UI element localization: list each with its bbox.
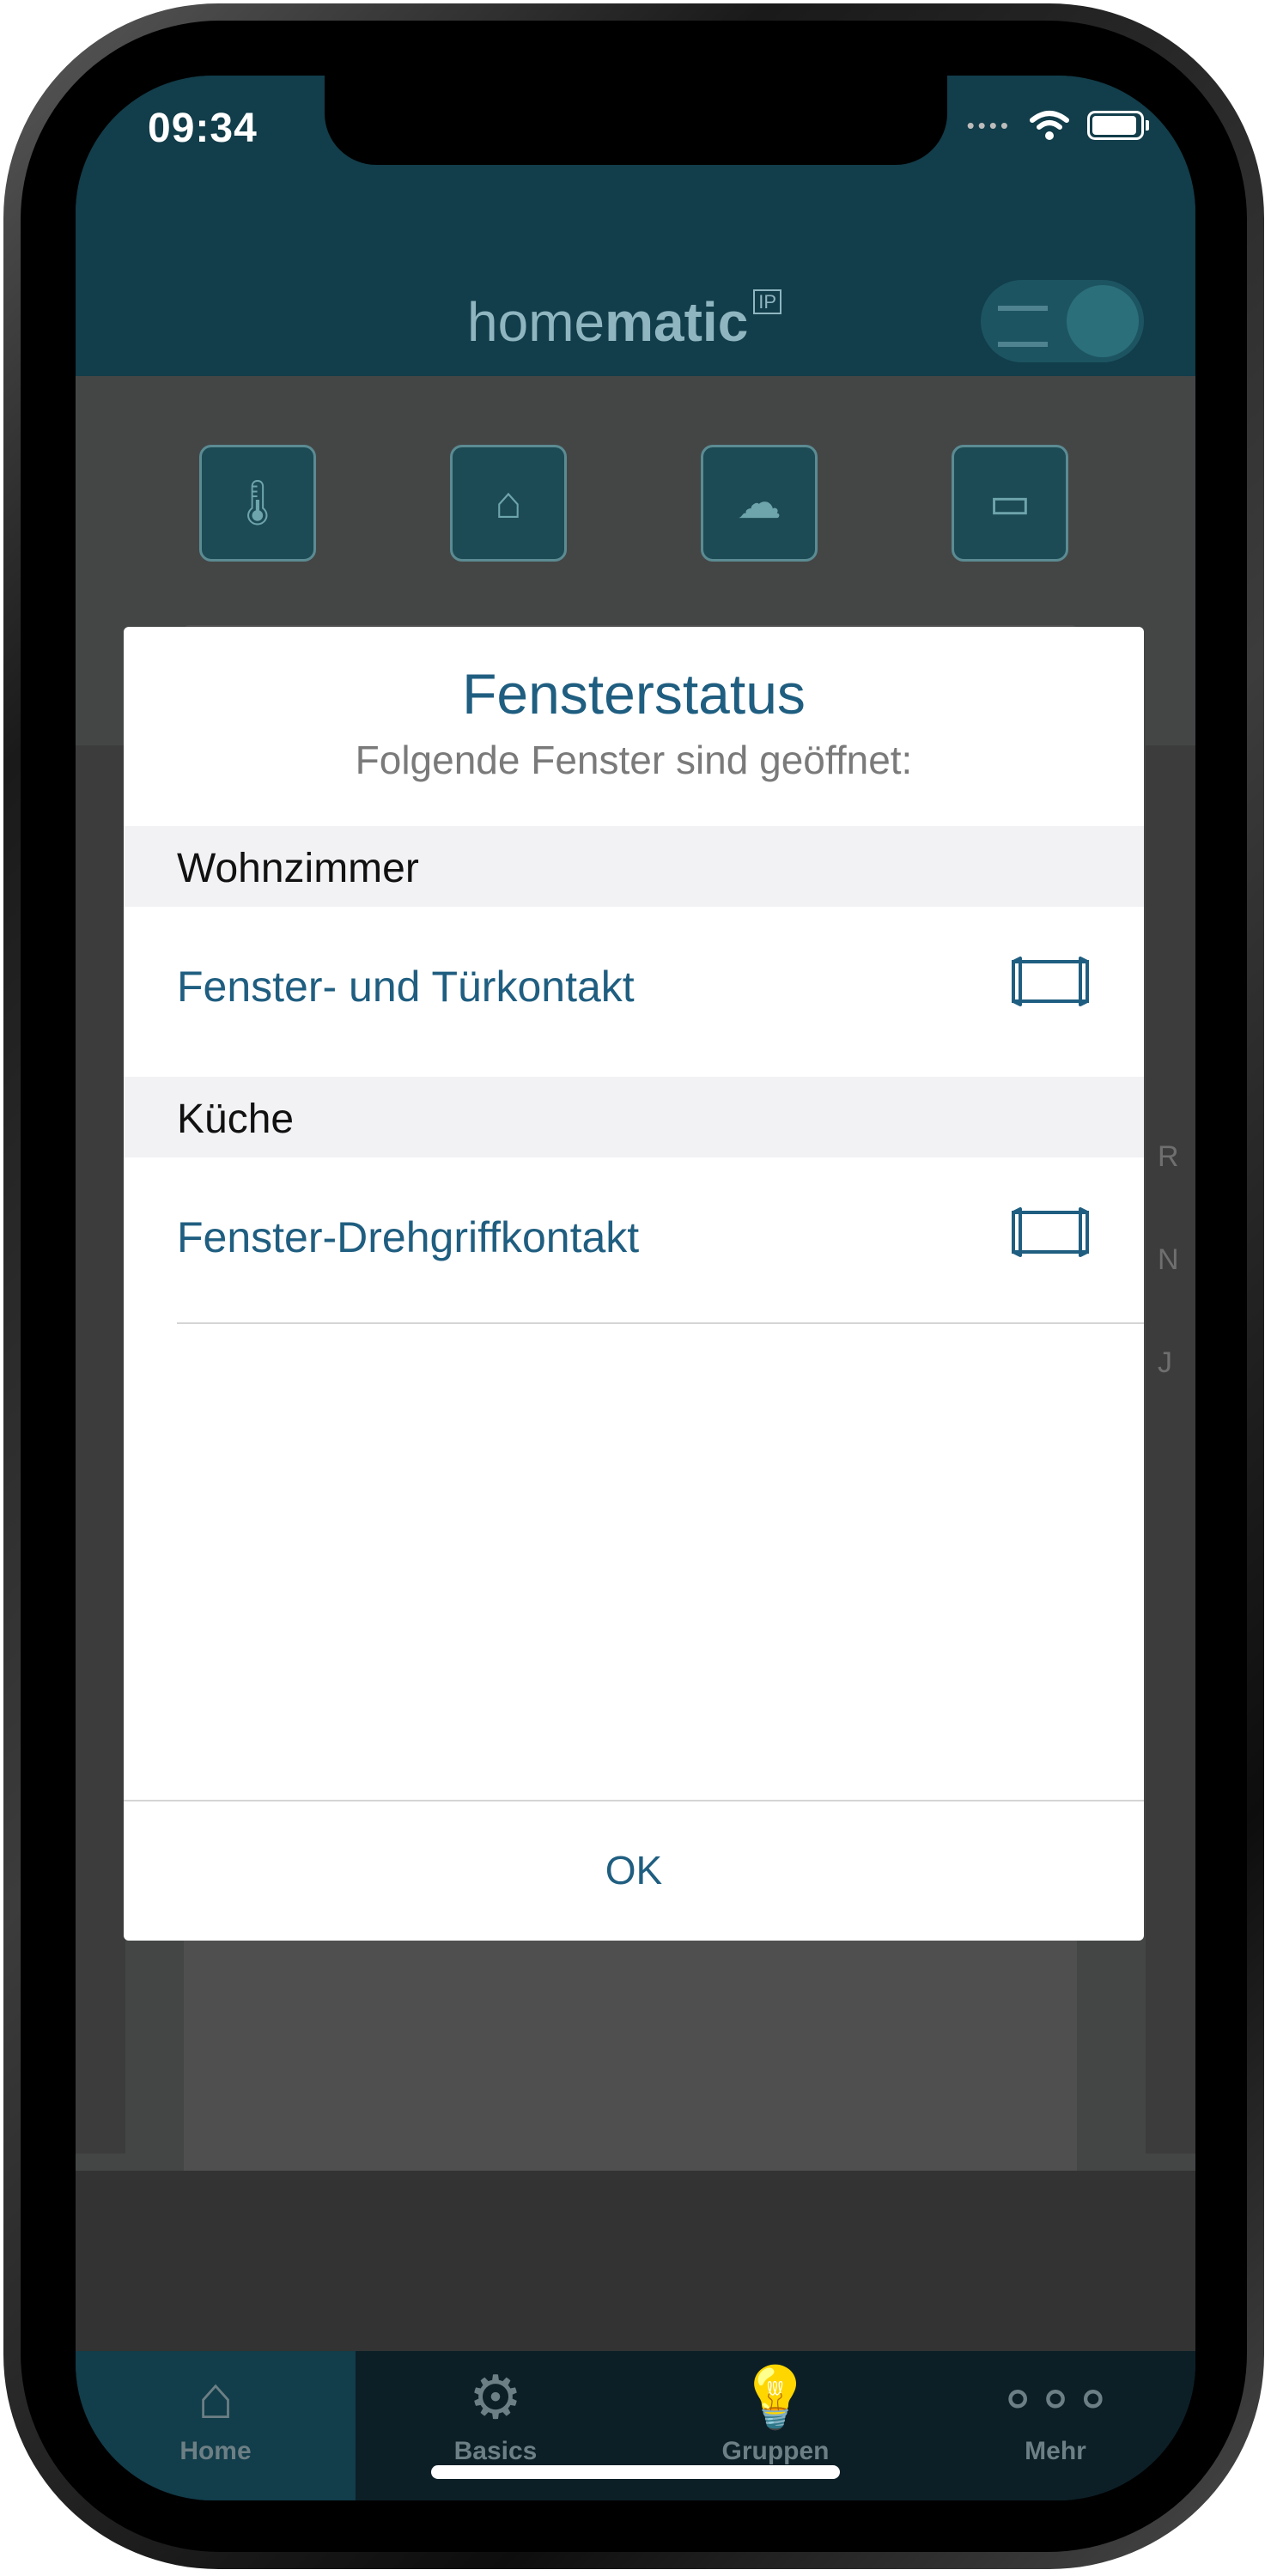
status-icons: •••• [966, 110, 1149, 141]
side-text: J [1158, 1346, 1172, 1379]
list-item-fenster-tuerkontakt[interactable]: Fenster- und Türkontakt [124, 907, 1144, 1070]
device-label: Fenster- und Türkontakt [177, 963, 635, 1011]
signal-icon: •••• [966, 112, 1012, 138]
wifi-icon [1030, 111, 1069, 140]
list-divider [177, 1322, 1144, 1324]
bulb-icon: 💡 [738, 2364, 813, 2431]
list-view-icon [998, 306, 1048, 347]
screen: 09:34 •••• homematic IP 🌡 ⌂ ☁ ▭ R N J ⌂ … [76, 76, 1195, 2500]
background-image [76, 2171, 1195, 2360]
logo-light: home [467, 291, 605, 353]
dialog-subtitle: Folgende Fenster sind geöffnet: [355, 738, 913, 782]
window-open-icon [1012, 957, 1089, 1006]
more-dots-icon: ∘∘∘ [999, 2364, 1112, 2431]
device-label: Fenster-Drehgriffkontakt [177, 1213, 640, 1261]
status-time: 09:34 [148, 106, 258, 151]
app-header: homematic IP [76, 222, 1195, 376]
room-name: Wohnzimmer [177, 846, 419, 891]
notch [325, 76, 947, 165]
tab-label: Gruppen [721, 2437, 830, 2465]
window-icon[interactable]: ▭ [952, 445, 1068, 562]
logo-bold: matic [605, 291, 749, 353]
tile-view-icon [1067, 285, 1139, 357]
app-logo: homematic IP [467, 289, 782, 354]
side-card-left [76, 745, 125, 2154]
battery-icon [1087, 111, 1149, 140]
view-toggle[interactable] [981, 280, 1144, 362]
tab-home[interactable]: ⌂ Home [76, 2351, 356, 2500]
status-bar: 09:34 •••• [76, 76, 1195, 222]
tab-label: Basics [453, 2437, 538, 2465]
tab-label: Mehr [1025, 2437, 1086, 2465]
thermometer-icon[interactable]: 🌡 [199, 445, 316, 562]
logo-badge: IP [753, 289, 782, 314]
side-text: N [1158, 1243, 1179, 1276]
room-name: Küche [177, 1097, 295, 1142]
dialog-title: Fensterstatus [462, 662, 806, 726]
tab-label: Home [179, 2437, 252, 2465]
section-header-kueche: Küche [124, 1077, 1144, 1157]
section-header-wohnzimmer: Wohnzimmer [124, 826, 1144, 907]
feature-icons: 🌡 ⌂ ☁ ▭ [76, 445, 1195, 574]
side-card-right: R N J [1146, 745, 1195, 2154]
home-indicator[interactable] [431, 2465, 840, 2479]
list-item-fenster-drehgriffkontakt[interactable]: Fenster-Drehgriffkontakt [124, 1157, 1144, 1321]
gear-play-icon: ⚙ [468, 2364, 523, 2431]
window-open-icon [1012, 1207, 1089, 1257]
side-text: R [1158, 1140, 1179, 1173]
cloud-icon[interactable]: ☁ [701, 445, 818, 562]
home-icon: ⌂ [197, 2364, 234, 2431]
ok-button[interactable]: OK [124, 1801, 1144, 1939]
house-info-icon[interactable]: ⌂ [450, 445, 567, 562]
tab-mehr[interactable]: ∘∘∘ Mehr [915, 2351, 1195, 2500]
window-status-dialog: Fensterstatus Folgende Fenster sind geöf… [124, 627, 1144, 1941]
